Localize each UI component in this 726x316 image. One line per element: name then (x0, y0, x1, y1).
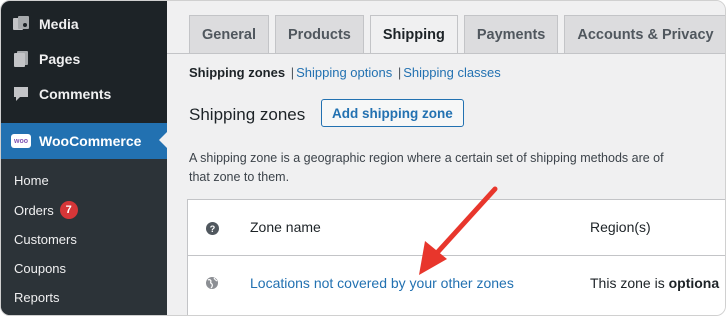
sidebar-item-woocommerce[interactable]: woo WooCommerce (1, 123, 167, 159)
sidebar-item-label: Media (39, 16, 79, 32)
sidebar-item-comments[interactable]: Comments (1, 77, 167, 111)
sidebar-item-label: WooCommerce (39, 133, 142, 149)
sidebar-item-label: Pages (39, 51, 81, 67)
zone-name-link[interactable]: Locations not covered by your other zone… (250, 275, 514, 291)
tab-shipping[interactable]: Shipping (369, 15, 458, 54)
subsection-shipping-zones[interactable]: Shipping zones (189, 65, 285, 80)
tab-accounts-privacy[interactable]: Accounts & Privacy (564, 15, 725, 53)
app-window: Media Pages Comments woo WooCommerce Hom… (0, 0, 726, 316)
comments-icon (11, 84, 31, 104)
submenu-item-customers[interactable]: Customers (14, 232, 77, 247)
woocommerce-submenu: Home Orders 7 Customers Coupons Reports (1, 159, 167, 315)
submenu-item-reports[interactable]: Reports (14, 290, 60, 305)
settings-main: General Products Shipping Payments Accou… (167, 1, 725, 315)
separator: | (290, 65, 295, 80)
orders-count-badge: 7 (59, 201, 78, 219)
pages-icon (11, 49, 31, 69)
help-icon[interactable]: ? (206, 222, 219, 235)
sidebar-item-label: Comments (39, 86, 112, 102)
submenu-item-home[interactable]: Home (14, 173, 49, 188)
shipping-zones-table: ? Zone name Region(s) Locations not cove… (187, 199, 725, 315)
sidebar-item-media[interactable]: Media (1, 7, 167, 41)
table-row[interactable]: Locations not covered by your other zone… (188, 257, 725, 315)
tab-products[interactable]: Products (275, 15, 364, 53)
subsection-shipping-options[interactable]: Shipping options (296, 65, 392, 80)
submenu-item-orders[interactable]: Orders 7 (14, 201, 78, 219)
add-shipping-zone-button[interactable]: Add shipping zone (321, 99, 464, 127)
column-zone-name: Zone name (250, 219, 321, 235)
media-icon (11, 14, 31, 34)
tab-general[interactable]: General (189, 15, 269, 53)
globe-icon (205, 276, 219, 290)
subsection-shipping-classes[interactable]: Shipping classes (403, 65, 501, 80)
page-title: Shipping zones (189, 105, 306, 124)
separator: | (397, 65, 402, 80)
table-header: ? Zone name Region(s) (188, 200, 725, 256)
admin-sidebar: Media Pages Comments woo WooCommerce Hom… (1, 1, 167, 315)
column-regions: Region(s) (590, 219, 651, 235)
submenu-item-coupons[interactable]: Coupons (14, 261, 66, 276)
tab-divider (167, 53, 725, 54)
settings-tabs: General Products Shipping Payments Accou… (189, 15, 725, 54)
zone-region-text: This zone is optiona (590, 275, 720, 291)
shipping-subsections: Shipping zones | Shipping options | Shippi… (189, 65, 501, 80)
tab-payments[interactable]: Payments (463, 15, 559, 53)
section-description: A shipping zone is a geographic region w… (189, 151, 664, 184)
woocommerce-icon: woo (11, 131, 31, 151)
sidebar-item-pages[interactable]: Pages (1, 42, 167, 76)
